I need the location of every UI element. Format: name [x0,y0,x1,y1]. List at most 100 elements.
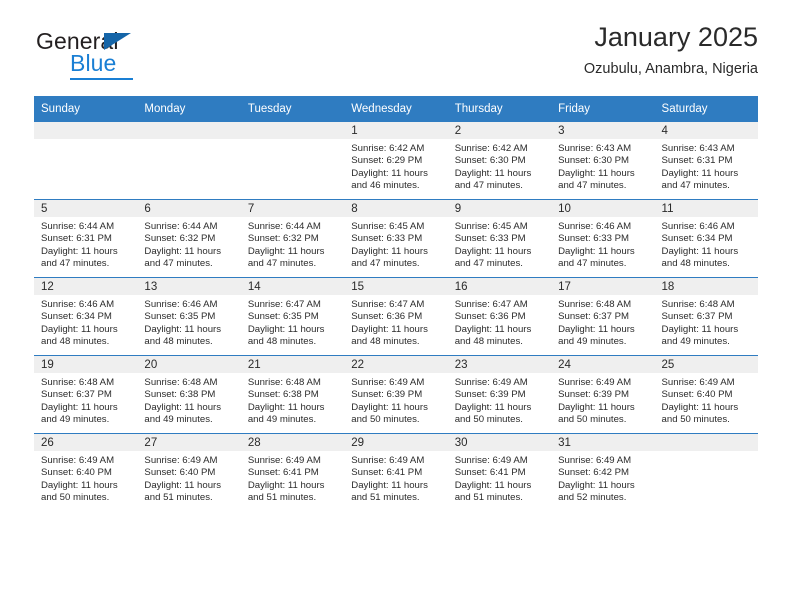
calendar-day-cell[interactable]: 13 Sunrise: 6:46 AM Sunset: 6:35 PM Dayligh… [137,277,241,356]
day-details: Sunrise: 6:44 AM Sunset: 6:32 PM Daylight:… [241,217,344,270]
calendar-day-cell[interactable]: 23 Sunrise: 6:49 AM Sunset: 6:39 PM Dayligh… [447,355,552,434]
daylight-duration-line2: and 50 minutes. [661,413,730,425]
calendar-day-cell[interactable]: 2 Sunrise: 6:42 AM Sunset: 6:30 PM Daylight… [447,121,552,200]
calendar-day-cell[interactable]: 10 Sunrise: 6:46 AM Sunset: 6:33 PM Dayligh… [551,199,655,278]
calendar-day-cell-empty [137,121,241,200]
calendar-grid: Sunday Monday Tuesday Wednesday Thursday Frid… [34,96,758,511]
calendar-day-cell[interactable]: 29 Sunrise: 6:49 AM Sunset: 6:41 PM Dayligh… [344,433,448,511]
daylight-duration-line2: and 50 minutes. [41,491,110,503]
day-details: Sunrise: 6:42 AM Sunset: 6:30 PM Daylight:… [448,139,551,192]
calendar-day-cell[interactable]: 7 Sunrise: 6:44 AM Sunset: 6:32 PM Daylight… [240,199,345,278]
sunset-time: Sunset: 6:33 PM [558,233,630,245]
sunrise-time: Sunrise: 6:45 AM [454,221,528,232]
daylight-duration-line1: Daylight: 11 hours [661,245,739,257]
weekday-header-tuesday: Tuesday [240,96,345,122]
daylight-duration-line1: Daylight: 11 hours [558,245,635,257]
calendar-day-cell[interactable]: 14 Sunrise: 6:47 AM Sunset: 6:35 PM Dayligh… [240,277,345,356]
daylight-duration-line1: Daylight: 11 hours [247,323,325,335]
calendar-day-cell[interactable]: 3 Sunrise: 6:43 AM Sunset: 6:30 PM Daylight… [551,121,655,200]
calendar-day-cell[interactable]: 17 Sunrise: 6:48 AM Sunset: 6:37 PM Dayligh… [551,277,655,356]
daylight-duration-line2: and 49 minutes. [247,413,317,425]
daylight-duration-line1: Daylight: 11 hours [247,401,325,413]
sunset-time: Sunset: 6:40 PM [144,467,216,479]
sunset-time: Sunset: 6:32 PM [247,233,319,245]
daylight-duration-line1: Daylight: 11 hours [41,323,118,335]
day-number: 6 [137,200,241,217]
calendar-day-cell[interactable]: 28 Sunrise: 6:49 AM Sunset: 6:41 PM Dayligh… [240,433,345,511]
daylight-duration-line2: and 47 minutes. [41,257,110,269]
day-details: Sunrise: 6:47 AM Sunset: 6:36 PM Daylight:… [344,295,447,348]
sunset-time: Sunset: 6:37 PM [661,311,733,323]
day-details: Sunrise: 6:42 AM Sunset: 6:29 PM Daylight:… [344,139,447,192]
calendar-day-cell[interactable]: 6 Sunrise: 6:44 AM Sunset: 6:32 PM Daylight… [137,199,241,278]
daylight-duration-line2: and 47 minutes. [661,179,730,191]
day-number: 14 [240,278,345,295]
calendar-day-cell[interactable]: 20 Sunrise: 6:48 AM Sunset: 6:38 PM Dayligh… [137,355,241,434]
day-number: 15 [344,278,448,295]
sunrise-time: Sunrise: 6:49 AM [454,377,528,388]
calendar-day-cell[interactable]: 19 Sunrise: 6:48 AM Sunset: 6:37 PM Dayligh… [34,355,138,434]
sunrise-time: Sunrise: 6:42 AM [351,143,425,154]
sunrise-time: Sunrise: 6:45 AM [351,221,425,232]
sunrise-time: Sunrise: 6:44 AM [247,221,321,232]
daylight-duration-line2: and 47 minutes. [247,257,317,269]
daylight-duration-line2: and 51 minutes. [144,491,213,503]
day-number: 24 [551,356,655,373]
calendar-day-cell[interactable]: 15 Sunrise: 6:47 AM Sunset: 6:36 PM Dayligh… [344,277,448,356]
calendar-day-cell[interactable]: 27 Sunrise: 6:49 AM Sunset: 6:40 PM Dayligh… [137,433,241,511]
sunrise-time: Sunrise: 6:48 AM [247,377,321,388]
daylight-duration-line1: Daylight: 11 hours [144,323,222,335]
daylight-duration-line2: and 48 minutes. [41,335,110,347]
sunset-time: Sunset: 6:32 PM [144,233,216,245]
calendar-day-cell[interactable]: 22 Sunrise: 6:49 AM Sunset: 6:39 PM Dayligh… [344,355,448,434]
sunrise-time: Sunrise: 6:44 AM [41,221,115,232]
calendar-day-cell[interactable]: 4 Sunrise: 6:43 AM Sunset: 6:31 PM Daylight… [654,121,758,200]
day-number: 18 [654,278,758,295]
daylight-duration-line1: Daylight: 11 hours [661,323,739,335]
day-details: Sunrise: 6:48 AM Sunset: 6:38 PM Daylight:… [137,373,240,426]
calendar-day-cell[interactable]: 12 Sunrise: 6:46 AM Sunset: 6:34 PM Dayligh… [34,277,138,356]
day-details: Sunrise: 6:47 AM Sunset: 6:35 PM Daylight:… [241,295,344,348]
calendar-day-cell[interactable]: 5 Sunrise: 6:44 AM Sunset: 6:31 PM Daylight… [34,199,138,278]
daylight-duration-line1: Daylight: 11 hours [454,323,532,335]
day-number: 12 [34,278,138,295]
calendar-day-cell[interactable]: 9 Sunrise: 6:45 AM Sunset: 6:33 PM Daylight… [447,199,552,278]
day-number: 26 [34,434,138,451]
daylight-duration-line2: and 50 minutes. [454,413,523,425]
day-number [34,122,138,139]
sunrise-time: Sunrise: 6:46 AM [41,299,115,310]
calendar-day-cell[interactable]: 24 Sunrise: 6:49 AM Sunset: 6:39 PM Dayligh… [551,355,655,434]
day-details: Sunrise: 6:49 AM Sunset: 6:39 PM Daylight:… [344,373,447,426]
calendar-day-cell[interactable]: 11 Sunrise: 6:46 AM Sunset: 6:34 PM Dayligh… [654,199,758,278]
day-details: Sunrise: 6:44 AM Sunset: 6:31 PM Daylight:… [34,217,137,270]
calendar-day-cell[interactable]: 18 Sunrise: 6:48 AM Sunset: 6:37 PM Dayligh… [654,277,758,356]
daylight-duration-line1: Daylight: 11 hours [41,479,118,491]
daylight-duration-line2: and 47 minutes. [558,179,627,191]
sunset-time: Sunset: 6:33 PM [351,233,423,245]
daylight-duration-line2: and 48 minutes. [454,335,523,347]
calendar-day-cell[interactable]: 31 Sunrise: 6:49 AM Sunset: 6:42 PM Dayligh… [551,433,655,511]
calendar-day-cell[interactable]: 30 Sunrise: 6:49 AM Sunset: 6:41 PM Dayligh… [447,433,552,511]
day-details: Sunrise: 6:43 AM Sunset: 6:31 PM Daylight:… [655,139,758,192]
sunrise-time: Sunrise: 6:49 AM [454,455,528,466]
daylight-duration-line2: and 47 minutes. [454,179,523,191]
daylight-duration-line1: Daylight: 11 hours [41,245,118,257]
weekday-header: Sunday Monday Tuesday Wednesday Thursday Frid… [34,96,758,122]
daylight-duration-line1: Daylight: 11 hours [351,323,428,335]
day-details: Sunrise: 6:46 AM Sunset: 6:34 PM Daylight:… [34,295,137,348]
sunset-time: Sunset: 6:31 PM [41,233,112,245]
calendar-day-cell[interactable]: 26 Sunrise: 6:49 AM Sunset: 6:40 PM Dayligh… [34,433,138,511]
calendar-day-cell[interactable]: 8 Sunrise: 6:45 AM Sunset: 6:33 PM Daylight… [344,199,448,278]
sunrise-time: Sunrise: 6:47 AM [247,299,321,310]
daylight-duration-line1: Daylight: 11 hours [454,479,532,491]
calendar-day-cell[interactable]: 16 Sunrise: 6:47 AM Sunset: 6:36 PM Dayligh… [447,277,552,356]
calendar-day-cell[interactable]: 21 Sunrise: 6:48 AM Sunset: 6:38 PM Dayligh… [240,355,345,434]
sunset-time: Sunset: 6:40 PM [41,467,112,479]
weekday-header-thursday: Thursday [447,96,552,122]
sunrise-time: Sunrise: 6:46 AM [661,221,735,232]
page-subtitle: Ozubulu, Anambra, Nigeria [583,61,758,78]
calendar-day-cell[interactable]: 25 Sunrise: 6:49 AM Sunset: 6:40 PM Dayligh… [654,355,758,434]
day-number: 10 [551,200,655,217]
generalblue-logo: General Blue [36,28,216,86]
calendar-day-cell[interactable]: 1 Sunrise: 6:42 AM Sunset: 6:29 PM Daylight… [344,121,448,200]
